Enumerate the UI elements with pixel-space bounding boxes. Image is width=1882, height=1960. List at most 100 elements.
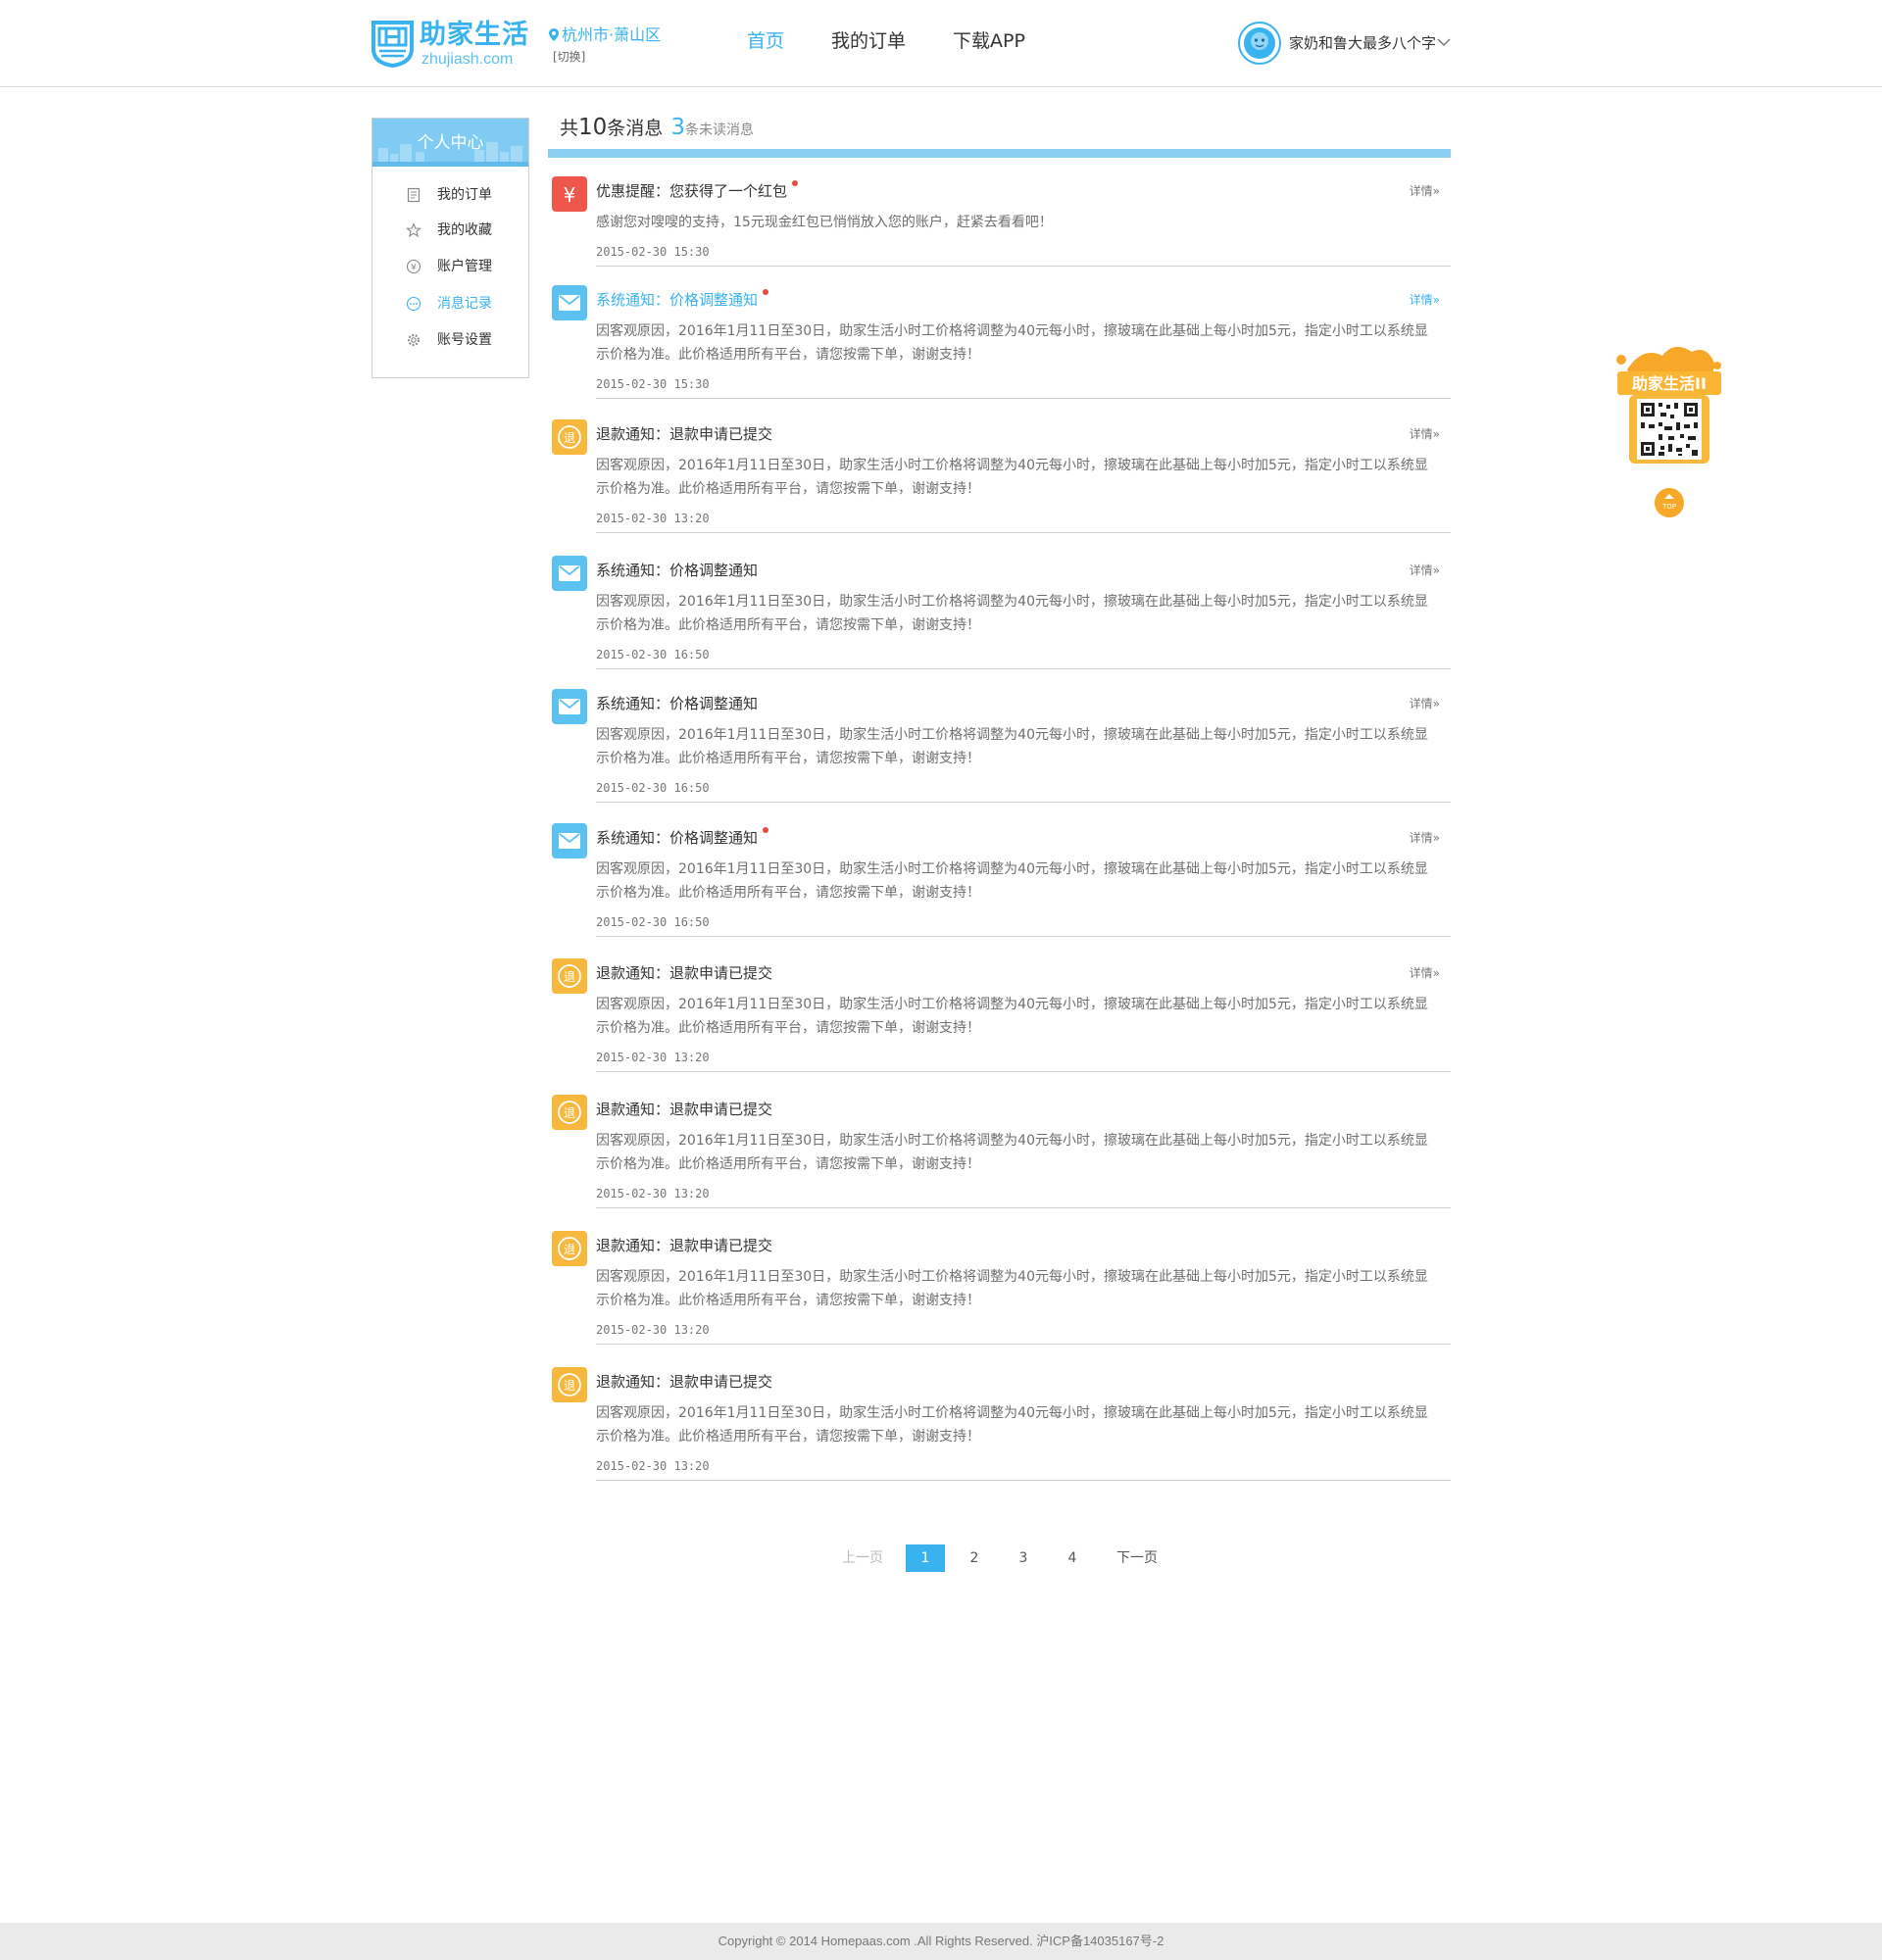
svg-text:退: 退 xyxy=(564,970,575,984)
message-divider xyxy=(596,398,1451,399)
message-title[interactable]: 退款通知：退款申请已提交 xyxy=(596,424,772,444)
refund-icon: 退 xyxy=(552,1367,587,1402)
page-button[interactable]: 1 xyxy=(906,1544,945,1572)
sidebar-item-label: 我的订单 xyxy=(437,187,492,203)
double-chevron-right-icon: » xyxy=(1432,966,1440,980)
order-list-icon xyxy=(407,187,421,203)
message-time: 2015-02-30 13:20 xyxy=(596,1323,710,1337)
detail-link[interactable]: 详情» xyxy=(1410,425,1440,443)
page-button[interactable]: 2 xyxy=(955,1544,994,1572)
message-time: 2015-02-30 13:20 xyxy=(596,1459,710,1473)
city-selector[interactable]: 杭州市·萧山区 xyxy=(549,25,661,45)
message-summary: 共10条消息 3条未读消息 xyxy=(560,114,754,143)
back-to-top-label: TOP xyxy=(1661,503,1676,511)
svg-text:¥: ¥ xyxy=(564,183,576,207)
sidebar-item-favorites[interactable]: 我的收藏 xyxy=(406,219,514,242)
refund-icon: 退 xyxy=(552,419,587,455)
mail-icon xyxy=(552,556,587,591)
app-qr-badge[interactable]: 助家生活II TOP xyxy=(1613,340,1726,518)
message-title[interactable]: 系统通知：价格调整通知 xyxy=(596,561,758,580)
detail-link[interactable]: 详情» xyxy=(1410,562,1440,579)
copyright-text: Copyright © 2014 Homepaas.com .All Right… xyxy=(718,1934,1164,1948)
detail-link[interactable]: 详情» xyxy=(1410,291,1440,309)
message-body: 感谢您对嗖嗖的支持，15元现金红包已悄悄放入您的账户，赶紧去看看吧！ xyxy=(596,215,1053,230)
site-logo[interactable]: 助家生活 zhujiash.com xyxy=(371,20,532,69)
message-title[interactable]: 系统通知：价格调整通知 xyxy=(596,828,758,848)
message-body: 因客观原因，2016年1月11日至30日，助家生活小时工价格将调整为40元每小时… xyxy=(596,594,1428,633)
switch-city-link[interactable]: [切换] xyxy=(553,49,585,65)
city-label: 杭州市·萧山区 xyxy=(562,25,662,44)
sidebar: 个人中心 我的订单 我的收藏 ¥ 账户管理 消息记录 账号设置 xyxy=(371,118,529,378)
sidebar-item-my-orders[interactable]: 我的订单 xyxy=(406,183,514,207)
message-time: 2015-02-30 13:20 xyxy=(596,1187,710,1200)
message-divider xyxy=(596,532,1451,533)
svg-text:退: 退 xyxy=(564,431,575,445)
message-divider xyxy=(596,266,1451,267)
nav-download-app[interactable]: 下载APP xyxy=(953,28,1025,54)
detail-label: 详情 xyxy=(1409,184,1433,198)
message-body: 因客观原因，2016年1月11日至30日，助家生活小时工价格将调整为40元每小时… xyxy=(596,1133,1428,1172)
message-title[interactable]: 系统通知：价格调整通知 xyxy=(596,290,758,310)
unread-count: 3 xyxy=(670,115,685,140)
message-divider xyxy=(596,802,1451,803)
message-icon xyxy=(406,296,421,312)
message-title[interactable]: 系统通知：价格调整通知 xyxy=(596,694,758,713)
message-time: 2015-02-30 15:30 xyxy=(596,377,710,391)
detail-label: 详情 xyxy=(1409,966,1433,980)
detail-link[interactable]: 详情» xyxy=(1410,695,1440,712)
double-chevron-right-icon: » xyxy=(1432,697,1440,710)
page-button[interactable]: 4 xyxy=(1053,1544,1092,1572)
refund-icon: 退 xyxy=(552,958,587,994)
star-icon xyxy=(406,222,421,238)
detail-label: 详情 xyxy=(1409,427,1433,441)
sidebar-item-settings[interactable]: 账号设置 xyxy=(406,328,514,352)
message-title[interactable]: 退款通知：退款申请已提交 xyxy=(596,963,772,983)
sidebar-item-label: 账号设置 xyxy=(437,332,492,348)
message-divider xyxy=(596,1344,1451,1345)
unread-dot xyxy=(763,289,768,295)
message-time: 2015-02-30 15:30 xyxy=(596,245,710,259)
chevron-down-icon[interactable] xyxy=(1436,34,1452,50)
mail-icon xyxy=(552,823,587,858)
message-title[interactable]: 退款通知：退款申请已提交 xyxy=(596,1236,772,1255)
account-icon: ¥ xyxy=(406,259,421,274)
message-title[interactable]: 退款通知：退款申请已提交 xyxy=(596,1100,772,1119)
detail-link[interactable]: 详情» xyxy=(1410,182,1440,200)
sidebar-item-messages[interactable]: 消息记录 xyxy=(406,292,514,316)
detail-label: 详情 xyxy=(1409,831,1433,845)
message-divider xyxy=(596,1207,1451,1208)
prev-page-button[interactable]: 上一页 xyxy=(833,1544,892,1572)
message-title[interactable]: 退款通知：退款申请已提交 xyxy=(596,1372,772,1392)
location-pin-icon xyxy=(549,28,559,41)
message-divider xyxy=(596,1480,1451,1481)
nav-home[interactable]: 首页 xyxy=(747,28,784,54)
username: 家奶和鲁大最多八个字 xyxy=(1289,34,1437,52)
message-body: 因客观原因，2016年1月11日至30日，助家生活小时工价格将调整为40元每小时… xyxy=(596,458,1428,497)
nav-my-orders[interactable]: 我的订单 xyxy=(831,28,906,54)
message-body: 因客观原因，2016年1月11日至30日，助家生活小时工价格将调整为40元每小时… xyxy=(596,323,1428,363)
logo-shield-icon xyxy=(371,21,414,68)
double-chevron-right-icon: » xyxy=(1432,564,1440,577)
sidebar-title: 个人中心 xyxy=(417,133,484,153)
message-title[interactable]: 优惠提醒：您获得了一个红包 xyxy=(596,181,787,201)
message-divider xyxy=(596,668,1451,669)
page-button[interactable]: 3 xyxy=(1004,1544,1043,1572)
detail-link[interactable]: 详情» xyxy=(1410,829,1440,847)
sidebar-item-label: 消息记录 xyxy=(437,296,492,312)
svg-text:¥: ¥ xyxy=(411,264,417,273)
message-time: 2015-02-30 13:20 xyxy=(596,512,710,525)
sidebar-item-label: 账户管理 xyxy=(437,259,492,274)
sidebar-item-label: 我的收藏 xyxy=(437,222,492,238)
svg-text:退: 退 xyxy=(564,1243,575,1256)
mail-icon xyxy=(552,285,587,320)
svg-text:退: 退 xyxy=(564,1379,575,1393)
summary-suffix: 条消息 xyxy=(607,118,664,139)
mail-icon xyxy=(552,689,587,724)
detail-link[interactable]: 详情» xyxy=(1410,964,1440,982)
message-body: 因客观原因，2016年1月11日至30日，助家生活小时工价格将调整为40元每小时… xyxy=(596,997,1428,1036)
next-page-button[interactable]: 下一页 xyxy=(1108,1544,1166,1572)
message-body: 因客观原因，2016年1月11日至30日，助家生活小时工价格将调整为40元每小时… xyxy=(596,861,1428,901)
unread-label: 条未读消息 xyxy=(684,122,754,138)
sidebar-item-account[interactable]: ¥ 账户管理 xyxy=(406,255,514,278)
message-body: 因客观原因，2016年1月11日至30日，助家生活小时工价格将调整为40元每小时… xyxy=(596,727,1428,766)
